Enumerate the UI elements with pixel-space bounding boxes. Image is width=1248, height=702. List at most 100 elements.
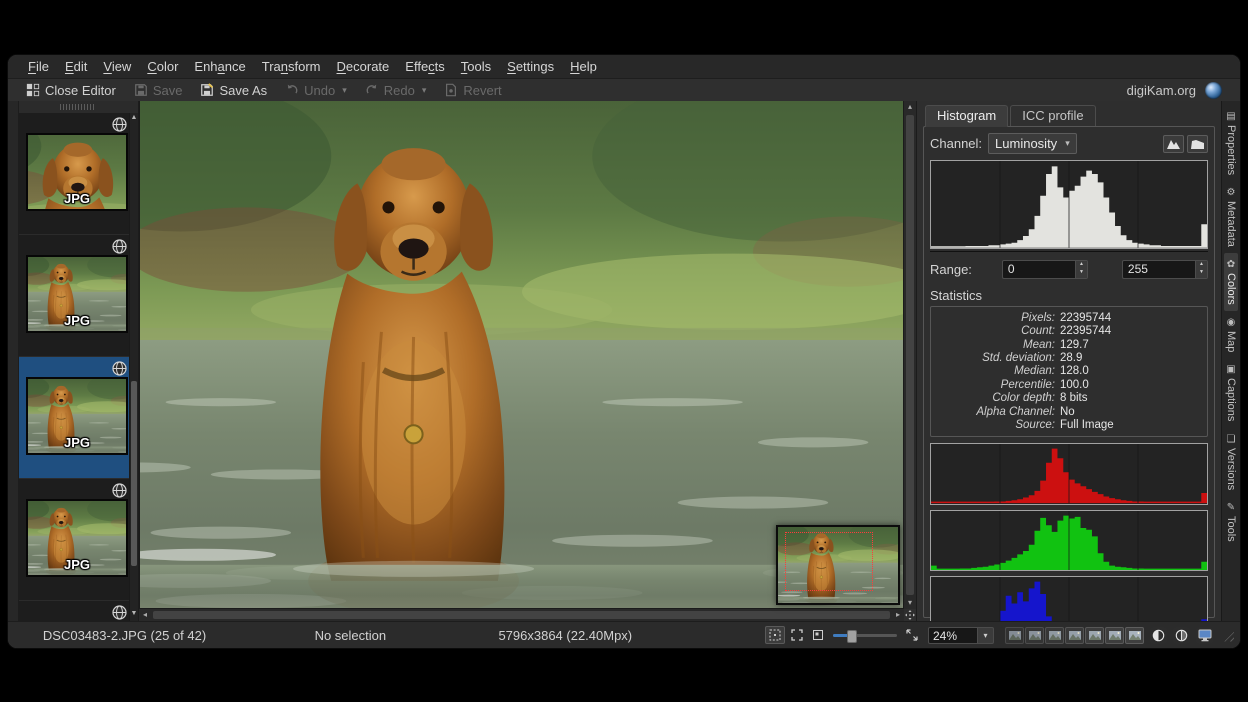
scroll-up-icon[interactable]: ▴ [904,101,916,113]
menu-transform[interactable]: Transform [254,56,329,78]
sidebar-tab-map[interactable]: ◉Map [1224,311,1238,358]
channel-select[interactable]: Luminosity ▾ [988,133,1077,154]
spin-buttons[interactable]: ▲▼ [1195,261,1207,278]
stat-value: No [1060,406,1075,419]
thumbnail-image[interactable]: JPG [26,377,128,455]
log-scale-button[interactable] [1187,135,1208,153]
save-as-button[interactable]: Save As [192,80,275,101]
fit-to-window-button[interactable] [788,627,806,643]
zoom-region-button[interactable] [765,626,785,644]
canvas-vscrollbar[interactable]: ▴ ▾ [903,101,916,609]
scrollbar-handle[interactable] [131,381,137,566]
thumbnail-bar: JPG JPG JPG JPG JPG ▲ ▼ [19,101,139,621]
sidebar-tab-colors[interactable]: ✿Colors [1224,253,1238,311]
chevron-down-icon[interactable]: ▾ [978,627,994,644]
menu-decorate[interactable]: Decorate [329,56,398,78]
hscrollbar-handle[interactable] [153,611,890,619]
pan-overlay[interactable] [776,525,900,605]
thumbbar-drag-handle[interactable] [60,104,96,110]
preview-2-button[interactable] [1025,627,1044,644]
window-resize-grip[interactable] [1221,629,1234,642]
menu-tools[interactable]: Tools [453,56,499,78]
menu-settings[interactable]: Settings [499,56,562,78]
editor-canvas[interactable]: ▴ ▾ ◂ ▸ [139,101,916,621]
menu-edit[interactable]: Edit [57,56,95,78]
preview-4-button[interactable] [1065,627,1084,644]
tab-icc-profile[interactable]: ICC profile [1010,105,1095,126]
captions-icon: ▣ [1226,364,1237,375]
statistics-title: Statistics [930,288,1208,303]
stat-value: Full Image [1060,419,1114,432]
menu-enhance[interactable]: Enhance [186,56,253,78]
range-max-spinbox[interactable]: 255 ▲▼ [1122,260,1208,279]
sidebar-tab-captions[interactable]: ▣Captions [1224,358,1238,427]
preview-3-button[interactable] [1045,627,1064,644]
luminosity-histogram[interactable] [930,160,1208,249]
save-icon [134,83,148,97]
linear-histogram-icon [1167,139,1180,149]
save-button[interactable]: Save [126,80,191,101]
range-max-value[interactable]: 255 [1123,261,1195,278]
scroll-down-icon[interactable]: ▾ [904,597,916,609]
color-managed-view-button[interactable] [1196,627,1213,644]
redo-button[interactable]: Redo▾ [357,80,435,101]
digikam-brand-text: digiKam.org [1127,83,1196,98]
tab-histogram[interactable]: Histogram [925,105,1008,127]
thumbnail-image[interactable]: JPG [26,133,128,211]
preview-7-button[interactable] [1125,627,1144,644]
close-editor-button[interactable]: Close Editor [18,80,124,101]
sidebar-tab-label: Metadata [1225,201,1237,247]
range-min-spinbox[interactable]: 0 ▲▼ [1002,260,1088,279]
geolocation-icon [112,239,127,254]
vscrollbar-handle[interactable] [906,115,914,595]
scroll-left-icon[interactable]: ◂ [139,609,151,621]
stat-label: Pixels: [939,312,1055,325]
spin-buttons[interactable]: ▲▼ [1075,261,1087,278]
menu-view[interactable]: View [95,56,139,78]
under-exposure-indicator-button[interactable] [1150,627,1167,644]
preview-1-button[interactable] [1005,627,1024,644]
panel-tabs: Histogram ICC profile [925,105,1215,126]
left-sidebar-collapsed[interactable] [8,101,19,621]
thumbnail-image[interactable]: JPG [26,499,128,577]
menu-color[interactable]: Color [139,56,186,78]
thumbbar-scrollbar[interactable]: ▲ ▼ [129,113,138,621]
thumbnail-item[interactable]: JPG [19,601,138,621]
thumbnail-item[interactable]: JPG [19,479,138,600]
zoom-level-combo[interactable]: 24% ▾ [928,627,994,644]
stat-label: Source: [939,419,1055,432]
sidebar-tab-versions[interactable]: ❏Versions [1224,428,1238,496]
sidebar-tab-properties[interactable]: ▤Properties [1224,105,1238,181]
sidebar-tab-metadata[interactable]: ⚙Metadata [1224,181,1238,253]
revert-button[interactable]: Revert [436,80,509,101]
over-exposure-indicator-button[interactable] [1173,627,1190,644]
thumbnail-item[interactable]: JPG [19,235,138,356]
preview-5-button[interactable] [1085,627,1104,644]
linear-scale-button[interactable] [1163,135,1184,153]
thumbnail-image[interactable]: JPG [26,255,128,333]
zoom-value[interactable]: 24% [928,627,978,644]
pan-corner-button[interactable] [904,609,916,621]
scroll-right-icon[interactable]: ▸ [892,609,904,621]
scroll-up-icon[interactable]: ▲ [130,113,138,123]
thumbnail-item[interactable]: JPG [19,113,138,234]
range-min-value[interactable]: 0 [1003,261,1075,278]
menu-effects[interactable]: Effects [397,56,453,78]
menu-help[interactable]: Help [562,56,605,78]
zoom-100-button[interactable] [903,627,921,643]
menu-file[interactable]: File [20,56,57,78]
preview-6-button[interactable] [1105,627,1124,644]
fit-to-selection-button[interactable] [809,627,827,643]
stat-label: Alpha Channel: [939,406,1055,419]
sidebar-tab-tools[interactable]: ✎Tools [1224,496,1238,548]
redo-dropdown-icon[interactable]: ▾ [422,85,427,96]
zoom-slider-handle[interactable] [847,630,857,643]
canvas-hscrollbar[interactable]: ◂ ▸ [139,608,904,621]
undo-dropdown-icon[interactable]: ▾ [342,85,347,96]
redo-icon [365,83,379,97]
zoom-slider[interactable] [833,627,897,643]
visible-region-rect[interactable] [785,532,873,591]
thumbnail-item[interactable]: JPG [19,357,138,478]
scroll-down-icon[interactable]: ▼ [130,609,138,619]
undo-button[interactable]: Undo▾ [277,80,355,101]
